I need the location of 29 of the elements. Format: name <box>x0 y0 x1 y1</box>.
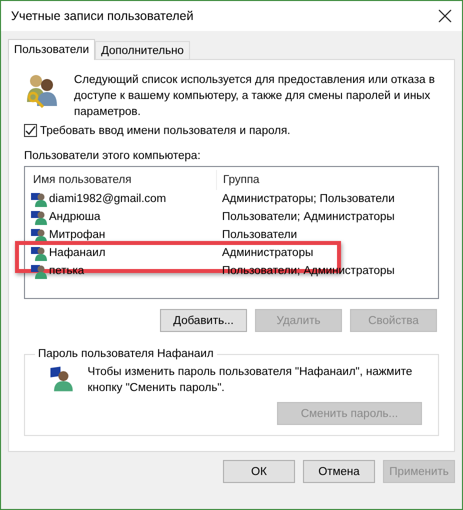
user-group: Администраторы <box>216 247 314 259</box>
user-group: Пользователи; Администраторы <box>216 211 395 223</box>
close-icon[interactable] <box>438 9 452 23</box>
users-label: Пользователи этого компьютера: <box>24 150 202 162</box>
user-name[interactable]: diami1982@gmail.com <box>49 193 166 205</box>
password-hint-text: Чтобы изменить пароль пользователя "Нафанаил", нажмите кнопку "Сменить пароль". <box>87 365 414 396</box>
user-icon <box>31 227 47 243</box>
tab[interactable]: Пользователи <box>8 39 96 60</box>
user-icon <box>31 191 47 207</box>
checkbox-label: Требовать ввод имени пользователя и пароля. <box>40 124 290 136</box>
user-name[interactable]: Митрофан <box>49 229 106 241</box>
user-group: Администраторы; Пользователи <box>216 193 395 205</box>
checkbox[interactable] <box>24 124 37 137</box>
description-text: Следующий список используется для предоставления или отказа в доступе к вашему компьютеру, а также для смены паролей и иных параметров. <box>74 73 436 120</box>
user-group: Пользователи <box>216 229 298 241</box>
users-key-icon <box>24 72 60 108</box>
window-title: Учетные записи пользователей <box>11 9 194 23</box>
dialog-button[interactable]: ОК <box>223 460 295 483</box>
user-icon <box>31 263 47 279</box>
column-header[interactable]: Имя пользователя <box>25 174 216 186</box>
dialog-button[interactable]: Отмена <box>303 460 375 483</box>
group-title: Пароль пользователя Нафанаил <box>37 348 215 360</box>
column-header[interactable]: Группа <box>216 170 413 190</box>
list-button[interactable]: Добавить... <box>160 309 247 332</box>
user-icon <box>31 209 47 225</box>
tab[interactable]: Дополнительно <box>95 41 190 59</box>
user-name[interactable]: Нафанаил <box>49 247 106 259</box>
user-icon <box>31 245 47 261</box>
user-name[interactable]: Андрюша <box>49 211 100 223</box>
